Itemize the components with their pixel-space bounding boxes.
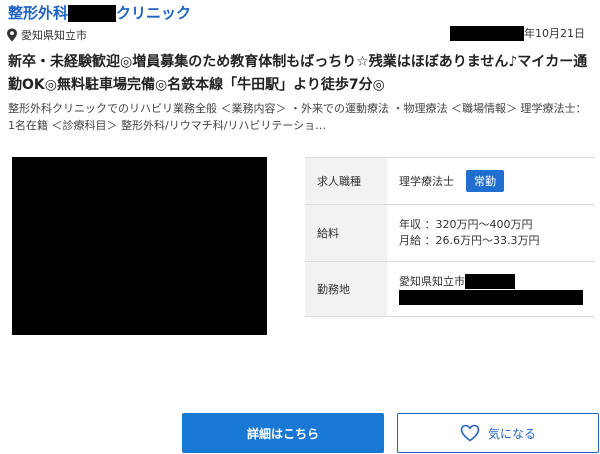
workplace-row: 勤務地 愛知県知立市 (305, 262, 595, 316)
clinic-photo-redacted (12, 157, 267, 335)
favorite-button-label: 気になる (487, 426, 536, 441)
job-type-label: 求人職種 (305, 158, 387, 204)
details-button[interactable]: 詳細はこちら (182, 413, 384, 453)
favorite-button[interactable]: 気になる (397, 413, 599, 453)
redacted-address-2 (399, 289, 583, 305)
job-description: 整形外科クリニックでのリハビリ業務全般 ＜業務内容＞ ・外来での運動療法 ・物理… (8, 102, 587, 132)
employment-type-badge: 常勤 (466, 170, 504, 192)
workplace-label: 勤務地 (305, 262, 387, 316)
job-details-table: 求人職種 理学療法士 常勤 給料 年収 ：320万円～400万円 月給 ：26.… (305, 157, 595, 317)
job-headline[interactable]: 新卒・未経験歓迎◎増員募集のため教育体制もばっちり☆残業はほぼありません♪マイカ… (8, 51, 598, 97)
salary-annual: 年収 ：320万円～400万円 (399, 218, 533, 231)
workplace-value: 愛知県知立市 (399, 274, 465, 288)
job-type-value: 理学療法士 (399, 175, 454, 188)
posting-date: 年10月21日 (450, 25, 585, 41)
map-pin-icon (7, 28, 17, 42)
salary-label: 給料 (305, 205, 387, 261)
workplace-line-2 (399, 289, 595, 305)
salary-row: 給料 年収 ：320万円～400万円 月給 ：26.6万円～33.3万円 (305, 205, 595, 262)
clinic-title[interactable]: 整形外科 クリニック (8, 2, 191, 24)
salary-value-cell: 年収 ：320万円～400万円 月給 ：26.6万円～33.3万円 (387, 205, 595, 261)
job-type-row: 求人職種 理学療法士 常勤 (305, 158, 595, 205)
location-row: 愛知県知立市 (6, 27, 87, 43)
workplace-line-1: 愛知県知立市 (399, 274, 595, 290)
redacted-clinic-name (68, 4, 117, 22)
clinic-title-prefix: 整形外科 (8, 4, 69, 22)
posting-date-text: 年10月21日 (524, 27, 585, 40)
location-text: 愛知県知立市 (21, 29, 87, 42)
workplace-value-cell: 愛知県知立市 (387, 262, 595, 316)
heart-icon (460, 424, 480, 442)
clinic-title-suffix: クリニック (116, 4, 192, 22)
redacted-address-1 (465, 274, 515, 289)
job-type-value-cell: 理学療法士 常勤 (387, 158, 595, 204)
redacted-year (450, 25, 524, 41)
salary-monthly: 月給 ：26.6万円～33.3万円 (399, 234, 540, 247)
